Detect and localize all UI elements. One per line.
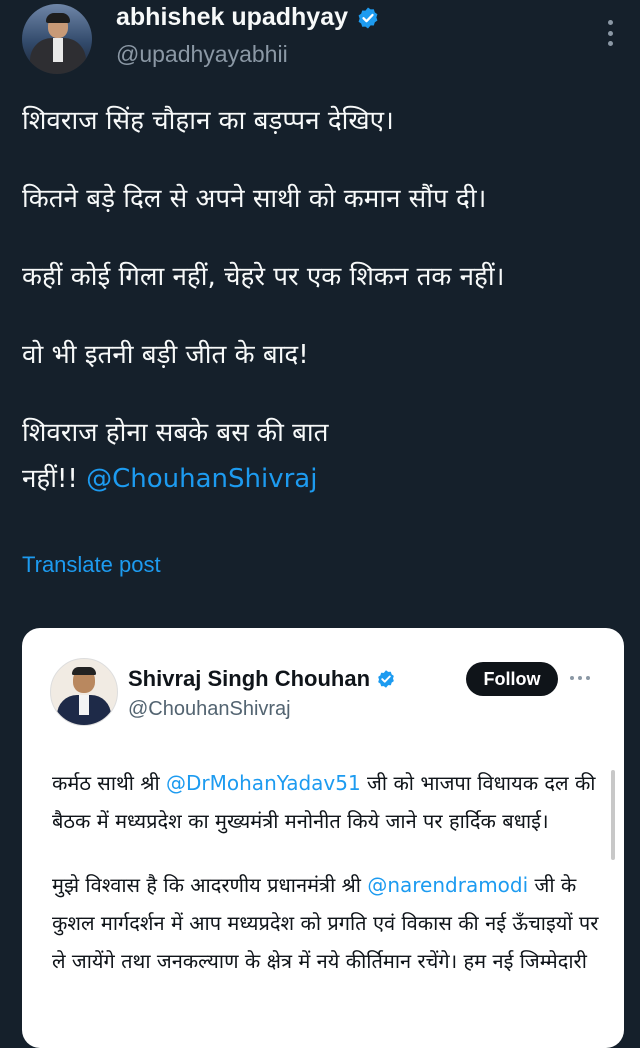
- verified-badge-icon: [378, 670, 394, 688]
- author-display-name[interactable]: abhishek upadhyay: [116, 3, 348, 32]
- quoted-author-avatar[interactable]: [50, 658, 118, 726]
- follow-button[interactable]: Follow: [466, 662, 558, 696]
- tweet-line: कहीं कोई गिला नहीं, चेहरे पर एक शिकन तक …: [22, 262, 505, 292]
- quoted-handle[interactable]: @ChouhanShivraj: [128, 698, 291, 721]
- translate-post-link[interactable]: Translate post: [22, 552, 161, 578]
- quoted-post-body: कर्मठ साथी श्री @DrMohanYadav51 जी को भा…: [52, 764, 607, 980]
- quoted-name-row: Shivraj Singh Chouhan: [128, 666, 396, 692]
- mention-link[interactable]: @ChouhanShivraj: [86, 464, 317, 494]
- tweet-body: शिवराज सिंह चौहान का बड़प्पन देखिए। कितन…: [22, 98, 622, 502]
- quoted-paragraph: मुझे विश्वास है कि आदरणीय प्रधानमंत्री श…: [52, 866, 607, 980]
- quoted-text: कर्मठ साथी श्री: [52, 771, 167, 795]
- author-name-row: abhishek upadhyay: [116, 3, 380, 32]
- tweet-line-last: नहीं!! @ChouhanShivraj: [22, 456, 622, 502]
- author-avatar[interactable]: [22, 4, 92, 74]
- verified-badge-icon: [358, 7, 378, 28]
- scrollbar[interactable]: [611, 770, 615, 860]
- mention-link[interactable]: @narendramodi: [367, 873, 528, 897]
- tweet-line: कितने बड़े दिल से अपने साथी को कमान सौंप…: [22, 184, 487, 214]
- quoted-paragraph: कर्मठ साथी श्री @DrMohanYadav51 जी को भा…: [52, 764, 607, 840]
- author-handle[interactable]: @upadhyayabhii: [116, 41, 288, 68]
- mention-link[interactable]: @DrMohanYadav51: [166, 771, 361, 795]
- tweet-header: abhishek upadhyay @upadhyayabhii: [0, 0, 640, 80]
- quoted-post-card[interactable]: Shivraj Singh Chouhan @ChouhanShivraj Fo…: [22, 628, 624, 1048]
- tweet-line-text: नहीं!!: [22, 464, 87, 494]
- tweet-line: शिवराज होना सबके बस की बात: [22, 418, 329, 448]
- tweet-line: शिवराज सिंह चौहान का बड़प्पन देखिए।: [22, 106, 394, 136]
- more-options-icon[interactable]: [570, 676, 590, 680]
- more-options-icon[interactable]: [604, 20, 616, 46]
- quoted-display-name[interactable]: Shivraj Singh Chouhan: [128, 666, 370, 692]
- quoted-text: मुझे विश्वास है कि आदरणीय प्रधानमंत्री श…: [52, 873, 368, 897]
- tweet-line: वो भी इतनी बड़ी जीत के बाद!: [22, 340, 309, 370]
